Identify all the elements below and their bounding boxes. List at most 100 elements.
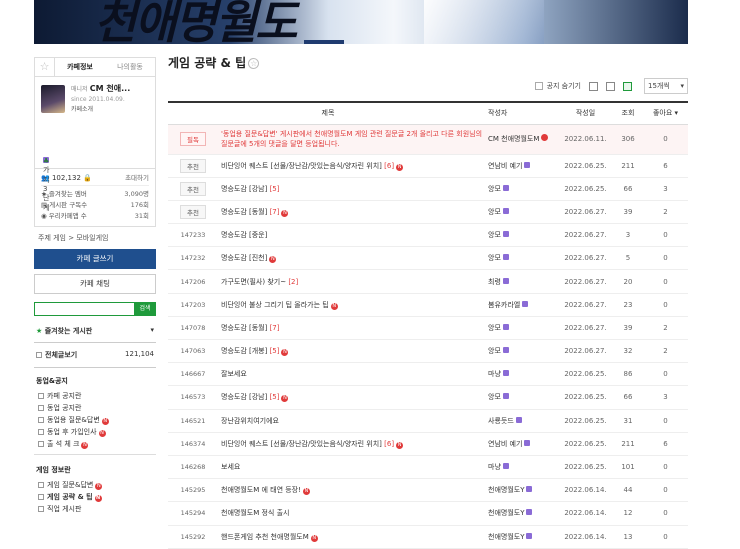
hide-notice-checkbox[interactable] — [534, 82, 543, 90]
member-count[interactable]: 102,132 — [52, 174, 81, 182]
row-title-cell[interactable]: 천애명월도M 정식 출시 — [218, 501, 488, 526]
row-title-cell[interactable]: 명승도감 [동월] [7] — [218, 316, 488, 341]
row-title-cell[interactable]: 잘보세요 — [218, 362, 488, 387]
post-author[interactable]: 마냥 — [488, 463, 501, 471]
table-row[interactable]: 145294 천애명월도M 정식 출시 천애명월도Y 2022.06.14. 12 0 — [168, 501, 688, 526]
post-author[interactable]: 연남비 예기 — [488, 162, 522, 170]
comment-count[interactable]: [7] — [270, 208, 280, 216]
post-title-link[interactable]: 명승도감 [동월] — [221, 324, 267, 332]
menu-item[interactable]: 직업 게시판 — [34, 503, 156, 515]
post-title-link[interactable]: 명승도감 [동월] — [221, 208, 267, 216]
post-author[interactable]: 연남비 예기 — [488, 440, 522, 448]
row-author-cell[interactable]: 앙모 — [488, 200, 558, 225]
post-author[interactable]: 천애명월도Y — [488, 509, 524, 517]
search-input[interactable] — [34, 302, 134, 316]
menu-item[interactable]: 카페 공지란 — [34, 390, 156, 402]
table-row[interactable]: 147078 명승도감 [동월] [7] 앙모 2022.06.27. 39 2 — [168, 316, 688, 341]
post-title-link[interactable]: 명승도감 [강남] — [221, 185, 267, 193]
row-author-cell[interactable]: 봄유카라엘 — [488, 293, 558, 317]
row-title-cell[interactable]: 비단잉어 퀘스트 [선물/장난감/맛있는음식/양자린 위치] [6] N — [218, 432, 488, 456]
table-row[interactable]: 147203 비단잉어 불상 그리기 팁 올라가는 팁 N 봄유카라엘 2022.06.… — [168, 293, 688, 317]
table-row[interactable]: 147233 명승도감 [중운] 앙모 2022.06.27. 3 0 — [168, 223, 688, 248]
comment-count[interactable]: [5] — [270, 393, 280, 401]
post-title-link[interactable]: 천애명월도M 에 태연 등장! — [221, 486, 301, 494]
table-row[interactable]: 추천 명승도감 [동월] [7] N 앙모 2022.06.27. 39 2 — [168, 200, 688, 225]
post-author[interactable]: 마냥 — [488, 370, 501, 378]
post-title-link[interactable]: 천애명월도M 정식 출시 — [221, 509, 289, 517]
row-title-cell[interactable]: 장난감위치여기에요 — [218, 409, 488, 433]
row-author-cell[interactable]: 앙모 — [488, 223, 558, 248]
table-row[interactable]: 147232 명승도감 [진천] N 앙모 2022.06.27. 5 0 — [168, 246, 688, 271]
row-author-cell[interactable]: 마냥 — [488, 362, 558, 387]
post-author[interactable]: 봄유카라엘 — [488, 301, 520, 309]
post-author[interactable]: 사룡듯드 — [488, 417, 514, 425]
post-author[interactable]: 앙모 — [488, 231, 501, 239]
album-view-icon[interactable] — [606, 81, 615, 91]
post-title-link[interactable]: 잘보세요 — [221, 370, 247, 378]
post-author[interactable]: 천애명월도Y — [488, 533, 524, 541]
chat-button[interactable]: 카페 채팅 — [34, 274, 156, 294]
row-author-cell[interactable]: 최령 — [488, 269, 558, 294]
row-author-cell[interactable]: 앙모 — [488, 177, 558, 201]
table-row[interactable]: 146268 보세요 마냥 2022.06.25. 101 0 — [168, 455, 688, 480]
row-author-cell[interactable]: 마냥 — [488, 455, 558, 480]
menu-item[interactable]: 게임 질문&답변 N — [34, 479, 156, 491]
table-row[interactable]: 146374 비단잉어 퀘스트 [선물/장난감/맛있는음식/양자린 위치] [6]… — [168, 432, 688, 456]
menu-item[interactable]: 동업용 질문&답변 N — [34, 414, 156, 426]
row-title-cell[interactable]: 비단잉어 불상 그리기 팁 올라가는 팁N — [218, 293, 488, 317]
hide-notice-label[interactable]: 공지 숨기기 — [547, 81, 581, 91]
favorites-header[interactable]: ★ 즐겨찾는 게시판 ▾ — [34, 322, 156, 343]
row-author-cell[interactable]: 앙모 — [488, 385, 558, 410]
comment-count[interactable]: [6] — [384, 162, 394, 170]
row-author-cell[interactable]: 천애명월도Y — [488, 478, 558, 503]
card-view-icon[interactable] — [589, 81, 598, 91]
row-title-cell[interactable]: 핸드폰게임 추천 천애명월도M N — [218, 525, 488, 549]
tab-cafe-info[interactable]: 카페정보 — [55, 58, 105, 76]
col-likes[interactable]: 좋아요 ▾ — [643, 102, 688, 125]
write-button[interactable]: 카페 글쓰기 — [34, 249, 156, 269]
row-title-cell[interactable]: 명승도감 [동월] [7] N — [218, 200, 488, 225]
row-title-cell[interactable]: 명승도감 [강남] [5] N — [218, 385, 488, 410]
comment-count[interactable]: [6] — [384, 440, 394, 448]
row-author-cell[interactable]: 사룡듯드 — [488, 409, 558, 433]
menu-item[interactable]: 동업 공지란 — [34, 402, 156, 414]
star-icon[interactable]: ☆ — [35, 58, 55, 76]
comment-count[interactable]: [2] — [288, 278, 298, 286]
table-row[interactable]: 146573 명승도감 [강남] [5] N 앙모 2022.06.25. 66 3 — [168, 385, 688, 410]
table-row[interactable]: 146667 잘보세요 마냥 2022.06.25. 86 0 — [168, 362, 688, 387]
post-title-link[interactable]: 명승도감 [개봉] — [221, 347, 267, 355]
row-title-cell[interactable]: 보세요 — [218, 455, 488, 480]
row-title-cell[interactable]: 가구도면(필사) 찾기~ [2] — [218, 269, 488, 294]
row-author-cell[interactable]: CM 천애명월도M — [488, 124, 558, 155]
row-title-cell[interactable]: 명승도감 [개봉] [5] N — [218, 339, 488, 364]
post-title-link[interactable]: 명승도감 [중운] — [221, 231, 267, 239]
post-author[interactable]: 최령 — [488, 278, 501, 286]
comment-count[interactable]: [7] — [270, 324, 280, 332]
per-page-select[interactable]: 15개씩 — [644, 78, 688, 94]
notice-row[interactable]: 필독 '동업용 질문&답변' 게시판에서 천애명월도M 게임 관련 질문글 2개 … — [168, 124, 688, 155]
table-row[interactable]: 145295 천애명월도M 에 태연 등장! N 천애명월도Y 2022.06.14. 4… — [168, 478, 688, 503]
star-icon[interactable]: ☆ — [248, 58, 260, 69]
row-title-cell[interactable]: 명승도감 [강남] [5] — [218, 177, 488, 201]
post-title-link[interactable]: 비단잉어 퀘스트 [선물/장난감/맛있는음식/양자린 위치] — [221, 162, 382, 170]
cafe-intro-link[interactable]: 카페소개 — [71, 105, 130, 115]
comment-count[interactable]: [5] — [270, 347, 280, 355]
cafe-logo[interactable] — [41, 85, 65, 113]
post-author[interactable]: 앙모 — [488, 185, 501, 193]
post-author[interactable]: 앙모 — [488, 347, 501, 355]
comment-count[interactable]: [5] — [270, 185, 280, 193]
post-title-link[interactable]: 비단잉어 퀘스트 [선물/장난감/맛있는음식/양자린 위치] — [221, 440, 382, 448]
post-author[interactable]: 천애명월도Y — [488, 486, 524, 494]
row-author-cell[interactable]: 연남비 예기 — [488, 432, 558, 456]
post-title-link[interactable]: 명승도감 [진천] — [221, 254, 267, 262]
post-title-link[interactable]: 가구도면(필사) 찾기~ — [221, 278, 286, 286]
table-row[interactable]: 추천 비단잉어 퀘스트 [선물/장난감/맛있는음식/양자린 위치] [6] N 연남비… — [168, 154, 688, 178]
table-row[interactable]: 147063 명승도감 [개봉] [5] N 앙모 2022.06.27. 32 2 — [168, 339, 688, 364]
table-row[interactable]: 추천 명승도감 [강남] [5] 앙모 2022.06.25. 66 3 — [168, 177, 688, 201]
row-title-cell[interactable]: 비단잉어 퀘스트 [선물/장난감/맛있는음식/양자린 위치] [6] N — [218, 154, 488, 178]
all-posts-link[interactable]: 전체글보기 121,104 — [34, 343, 156, 368]
row-author-cell[interactable]: 연남비 예기 — [488, 154, 558, 178]
post-author[interactable]: 앙모 — [488, 324, 501, 332]
cafe-name[interactable]: CM 천애... — [90, 84, 130, 93]
row-author-cell[interactable]: 앙모 — [488, 339, 558, 364]
